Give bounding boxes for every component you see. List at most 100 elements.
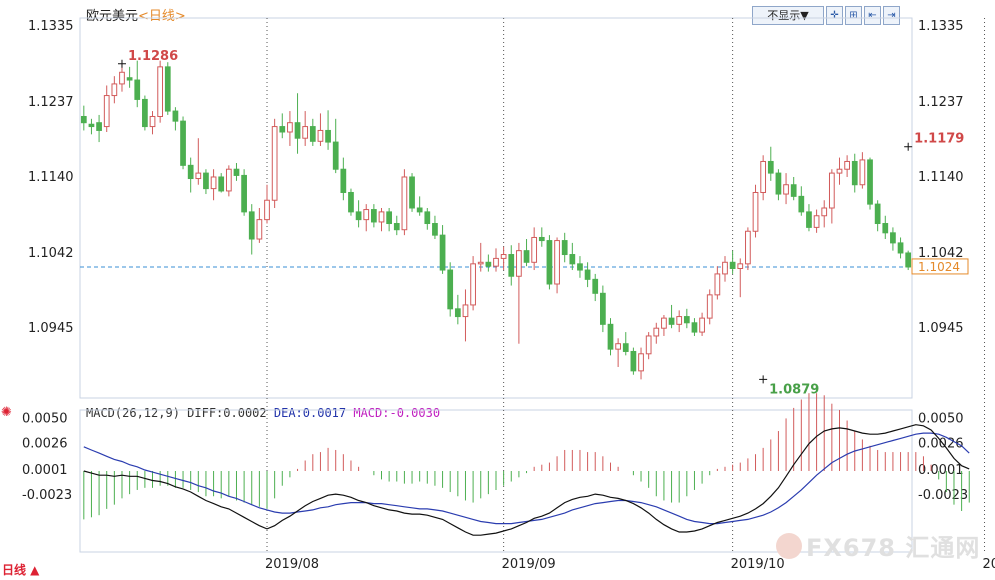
macd-y-tick-right: 0.0050 <box>918 411 964 426</box>
candle-up <box>119 71 125 85</box>
high-price-annotation: 1.1286 <box>128 49 178 64</box>
candle-down <box>806 211 812 228</box>
candle-up <box>844 160 850 170</box>
candle-up <box>111 83 118 97</box>
candle-up <box>401 176 408 231</box>
macd-y-tick-right: -0.0023 <box>918 488 968 503</box>
candle-down <box>729 261 736 269</box>
x-tick-label: 2019/09 <box>502 557 556 572</box>
candle-up <box>615 343 621 350</box>
candle-down <box>874 203 881 225</box>
price-y-tick-right: 1.1237 <box>918 95 964 110</box>
watermark-text: FX678 汇通网 <box>806 534 981 562</box>
macd-y-tick-left: -0.0023 <box>22 488 72 503</box>
watermark-logo-icon <box>776 532 802 559</box>
candle-down <box>668 317 675 325</box>
candle-up <box>225 168 232 192</box>
candle-down <box>630 350 637 372</box>
candle-up <box>103 95 110 128</box>
low-price-annotation: 1.0879 <box>769 382 819 397</box>
candle-down <box>393 223 400 231</box>
candle-down <box>767 160 774 174</box>
candle-down <box>332 141 339 170</box>
candle-down <box>142 98 148 128</box>
candle-down <box>203 172 209 190</box>
candle-down <box>348 191 354 213</box>
candle-down <box>485 261 492 267</box>
candle-down <box>867 159 873 205</box>
candle-down <box>790 184 797 197</box>
macd-y-tick-left: 0.0050 <box>22 411 68 426</box>
price-y-tick-left: 1.1237 <box>28 95 74 110</box>
candle-down <box>607 323 614 350</box>
candle-down <box>546 240 553 285</box>
candle-up <box>363 209 370 221</box>
candle-up <box>813 215 820 228</box>
candle-up <box>760 160 767 193</box>
candle-down <box>294 122 301 139</box>
candle-up <box>821 207 828 217</box>
period-toggle-button[interactable]: 日线 ▲ <box>2 561 39 578</box>
candle-down <box>775 172 782 195</box>
x-tick-label: 2019/08 <box>265 557 319 572</box>
candle-down <box>561 240 568 256</box>
candle-down <box>584 269 591 280</box>
price-y-tick-left: 1.1042 <box>28 246 74 261</box>
candle-down <box>691 322 698 333</box>
candle-down <box>340 168 347 193</box>
macd-y-tick-right: 0.0026 <box>918 437 964 452</box>
candle-down <box>897 242 904 254</box>
candle-down <box>309 126 316 142</box>
candle-up <box>531 236 538 263</box>
candle-down <box>96 122 102 131</box>
candle-up <box>470 263 476 306</box>
candle-up <box>836 168 843 174</box>
candle-up <box>783 184 789 195</box>
candle-down <box>409 176 415 209</box>
candle-down <box>355 211 362 221</box>
candle-down <box>882 223 889 234</box>
candle-up <box>264 199 270 221</box>
candle-up <box>859 159 866 186</box>
candle-up <box>745 230 751 265</box>
chart-svg: 1.1335 1.1335 1.1237 1.1237 1.1140 1.1140 1.10… <box>22 17 995 572</box>
candle-down <box>890 232 896 244</box>
candle-down <box>126 77 133 81</box>
candle-up <box>516 250 522 277</box>
candle-up <box>271 126 278 201</box>
candle-down <box>424 211 431 225</box>
candle-down <box>851 160 858 186</box>
candle-up <box>752 191 759 232</box>
candle-down <box>592 278 599 294</box>
price-y-tick-left: 1.0945 <box>28 321 74 336</box>
candle-up <box>302 126 309 139</box>
candle-down <box>241 174 247 213</box>
candle-down <box>523 250 530 263</box>
macd-y-tick-left: 0.0026 <box>22 437 68 452</box>
candle-up <box>653 327 660 337</box>
candle-down <box>218 176 225 192</box>
candle-up <box>256 219 263 240</box>
candle-up <box>157 66 164 117</box>
candle-down <box>599 292 606 325</box>
high-price-annotation: 1.1179 <box>914 132 964 147</box>
candle-down <box>134 79 141 100</box>
candle-up <box>714 273 721 296</box>
candle-up <box>554 240 560 285</box>
candle-down <box>279 126 286 133</box>
candle-up <box>210 176 217 190</box>
candle-down <box>683 316 690 324</box>
candle-down <box>538 236 545 242</box>
candle-down <box>447 269 454 310</box>
candle-down <box>508 254 515 277</box>
candle-up <box>477 261 484 265</box>
chart-stage: 欧元美元<日线> 不显示▼ ✛ ⊞ ⇤ ⇥ ✺ MACD(26,12,9) DI… <box>0 0 995 580</box>
candle-down <box>233 168 240 176</box>
candle-down <box>164 66 171 112</box>
candle-up <box>645 335 652 355</box>
candle-up <box>676 316 683 325</box>
candle-up <box>195 172 202 180</box>
price-y-tick-left: 1.1140 <box>28 170 74 185</box>
candle-down <box>386 211 393 225</box>
watermark: FX678 汇通网 <box>776 528 980 563</box>
